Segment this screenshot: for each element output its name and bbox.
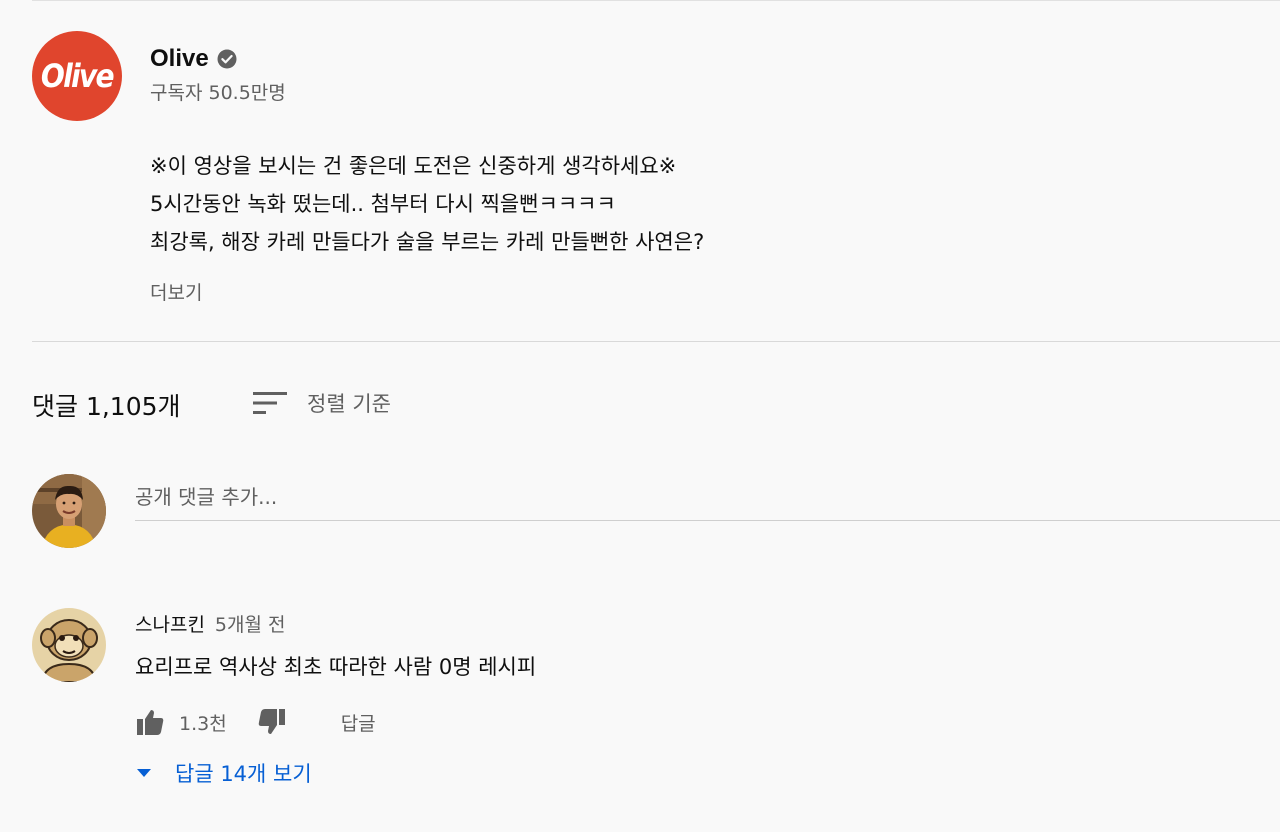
channel-name[interactable]: Olive: [150, 45, 209, 73]
reply-button[interactable]: 답글: [341, 709, 376, 736]
like-count: 1.3천: [179, 712, 227, 735]
comment-header: 스나프킨 5개월 전: [135, 610, 286, 637]
thumbs-down-icon[interactable]: [257, 707, 287, 737]
description-line: 최강록, 해장 카레 만들다가 술을 부르는 카레 만들뻔한 사연은?: [150, 230, 705, 254]
comment-author[interactable]: 스나프킨: [135, 610, 205, 637]
view-replies-button[interactable]: 답글 14개 보기: [135, 758, 312, 788]
commenter-avatar[interactable]: [32, 608, 106, 682]
comment-time[interactable]: 5개월 전: [215, 610, 286, 637]
video-description: ※이 영상을 보시는 건 좋은데 도전은 신중하게 생각하세요※ 5시간동안 녹…: [150, 147, 704, 261]
channel-logo: Olive: [41, 57, 115, 95]
channel-name-row: Olive: [150, 45, 237, 73]
subscriber-count: 구독자 50.5만명: [150, 82, 286, 104]
comment-text: 요리프로 역사상 최초 따라한 사람 0명 레시피: [135, 655, 537, 679]
section-divider: [32, 341, 1280, 342]
sort-label: 정렬 기준: [307, 392, 391, 416]
caret-down-icon: [135, 764, 153, 782]
comments-count: 댓글 1,105개: [32, 392, 181, 421]
comment-actions: 1.3천 답글: [135, 706, 376, 738]
show-more-button[interactable]: 더보기: [150, 278, 202, 305]
sort-icon: [253, 391, 287, 415]
comments-page: Olive Olive 구독자 50.5만명 ※이 영상을 보시는 건 좋은데 …: [0, 0, 1280, 832]
top-divider: [32, 0, 1280, 1]
verified-check-icon: [217, 49, 237, 69]
thumbs-up-icon[interactable]: [135, 707, 165, 737]
channel-avatar[interactable]: Olive: [32, 31, 122, 121]
add-comment-input[interactable]: [135, 474, 1280, 521]
description-line: 5시간동안 녹화 떴는데.. 첨부터 다시 찍을뻔ㅋㅋㅋㅋ: [150, 192, 616, 216]
user-avatar: [32, 474, 106, 548]
view-replies-label: 답글 14개 보기: [175, 762, 312, 786]
description-line: ※이 영상을 보시는 건 좋은데 도전은 신중하게 생각하세요※: [150, 154, 677, 178]
sort-button[interactable]: 정렬 기준: [253, 388, 391, 418]
